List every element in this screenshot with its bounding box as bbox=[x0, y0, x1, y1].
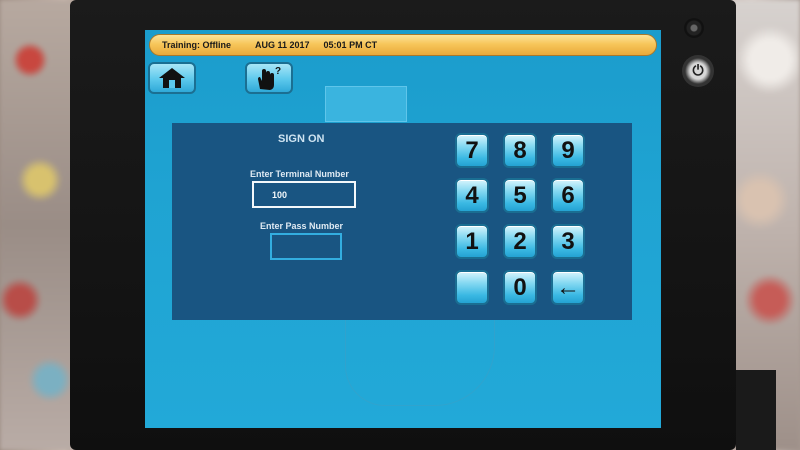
texas-map-outline bbox=[345, 316, 495, 406]
pass-number-label: Enter Pass Number bbox=[260, 221, 344, 231]
status-time: 05:01 PM CT bbox=[323, 40, 378, 50]
pass-number-input[interactable] bbox=[270, 233, 342, 260]
backspace-key[interactable]: ← bbox=[551, 270, 585, 305]
status-date: AUG 11 2017 bbox=[255, 40, 310, 50]
terminal-screen: Training: Offline AUG 11 2017 05:01 PM C… bbox=[145, 30, 661, 428]
key-4[interactable]: 4 bbox=[455, 178, 489, 213]
camera-icon bbox=[684, 18, 704, 38]
touch-help-icon: ? bbox=[258, 66, 281, 90]
key-5[interactable]: 5 bbox=[503, 178, 537, 213]
status-bar: Training: Offline AUG 11 2017 05:01 PM C… bbox=[149, 34, 657, 56]
power-button[interactable]: ⏻ bbox=[682, 55, 714, 87]
status-mode: Training: Offline bbox=[162, 40, 231, 50]
key-3[interactable]: 3 bbox=[551, 224, 585, 259]
key-7[interactable]: 7 bbox=[455, 133, 489, 168]
terminal-number-label: Enter Terminal Number bbox=[250, 169, 349, 179]
key-blank[interactable] bbox=[455, 270, 489, 305]
key-2[interactable]: 2 bbox=[503, 224, 537, 259]
sign-on-panel: SIGN ON Enter Terminal Number 100 Enter … bbox=[172, 123, 632, 320]
key-6[interactable]: 6 bbox=[551, 178, 585, 213]
key-0[interactable]: 0 bbox=[503, 270, 537, 305]
svg-text:?: ? bbox=[275, 66, 281, 77]
key-8[interactable]: 8 bbox=[503, 133, 537, 168]
home-button[interactable] bbox=[148, 62, 196, 94]
key-1[interactable]: 1 bbox=[455, 224, 489, 259]
sign-on-title: SIGN ON bbox=[278, 133, 325, 145]
help-button[interactable]: ? bbox=[245, 62, 293, 94]
terminal-number-input[interactable]: 100 bbox=[252, 181, 356, 208]
key-9[interactable]: 9 bbox=[551, 133, 585, 168]
power-icon: ⏻ bbox=[692, 63, 704, 79]
terminal-stand bbox=[736, 370, 776, 450]
background-left bbox=[0, 0, 80, 450]
texas-map-background bbox=[325, 86, 407, 122]
home-icon bbox=[159, 68, 185, 88]
